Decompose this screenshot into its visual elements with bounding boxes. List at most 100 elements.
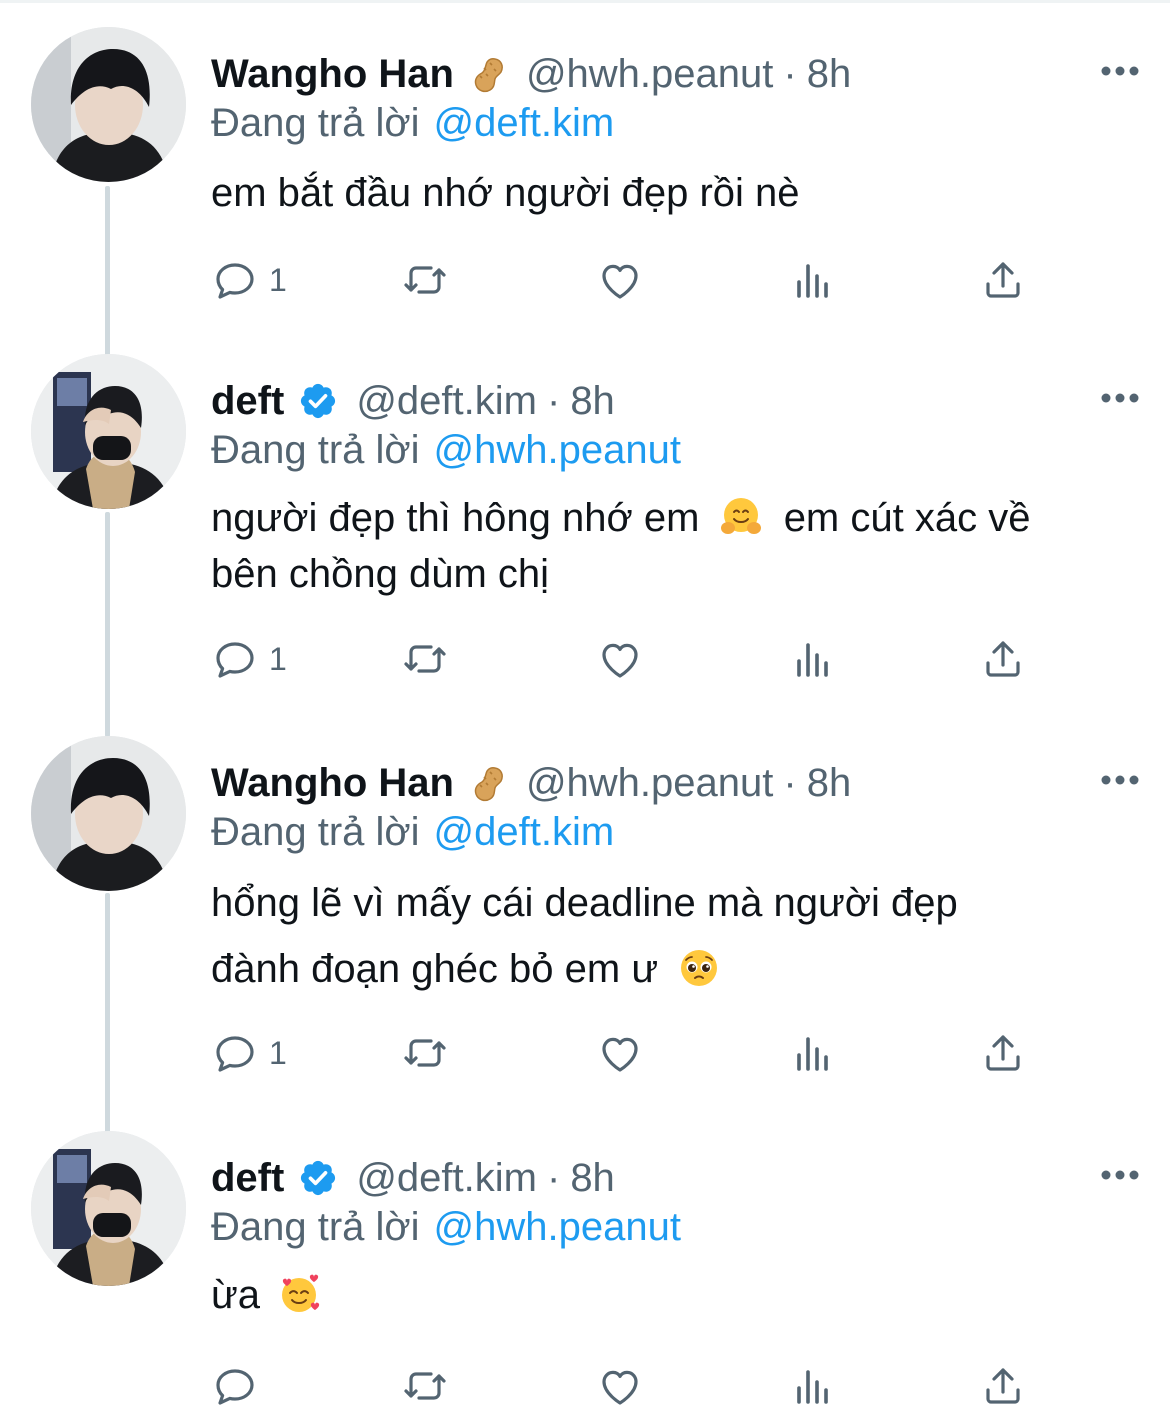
author-handle[interactable]: @hwh.peanut <box>526 761 773 806</box>
replying-to: Đang trả lời @hwh.peanut <box>211 1205 681 1250</box>
retweet-icon <box>404 1039 446 1067</box>
like-button[interactable] <box>596 1028 644 1078</box>
reply-count: 1 <box>269 640 287 677</box>
mention-link[interactable]: @deft.kim <box>434 810 615 854</box>
share-icon <box>986 1035 1020 1071</box>
smiling-face-with-hearts-emoji-icon <box>277 1272 321 1316</box>
peanut-emoji-icon <box>468 763 508 803</box>
more-icon[interactable] <box>1100 1155 1140 1195</box>
share-button[interactable] <box>979 255 1027 305</box>
tweet-text-line: người đẹp thì hông nhớ em <box>211 496 700 540</box>
replying-to: Đang trả lời @deft.kim <box>211 810 614 855</box>
like-button[interactable] <box>596 255 644 305</box>
avatar[interactable] <box>31 27 186 182</box>
tweet-text-line: bên chồng dùm chị <box>211 552 550 596</box>
like-icon <box>602 643 638 678</box>
verified-badge-icon <box>298 1158 338 1198</box>
retweet-icon <box>404 266 446 294</box>
share-icon <box>986 641 1020 677</box>
tweet-text-line: em bắt đầu nhớ người đẹp rồi nè <box>211 171 800 215</box>
views-icon <box>797 1370 828 1404</box>
tweet-text-line: ừa <box>211 1273 261 1317</box>
author-name[interactable]: deft <box>211 379 284 424</box>
reply-icon <box>216 263 254 299</box>
mention-link[interactable]: @hwh.peanut <box>434 1205 681 1249</box>
separator-dot: · <box>546 378 561 423</box>
tweet-text-line: em cút xác về <box>783 496 1031 540</box>
views-button[interactable] <box>789 634 837 684</box>
tweet-text-line: hổng lẽ vì mấy cái deadline mà người đẹp <box>211 881 958 925</box>
separator-dot: · <box>546 1155 561 1200</box>
replying-label: Đang trả lời <box>211 101 420 145</box>
share-button[interactable] <box>979 1028 1027 1078</box>
mention-link[interactable]: @deft.kim <box>434 101 615 145</box>
like-button[interactable] <box>596 634 644 684</box>
timestamp[interactable]: 8h <box>570 379 615 424</box>
separator-dot: · <box>783 760 797 805</box>
top-divider <box>0 0 1170 3</box>
retweet-button[interactable] <box>401 1028 449 1078</box>
replying-to: Đang trả lời @deft.kim <box>211 101 614 146</box>
timestamp[interactable]: 8h <box>807 761 852 806</box>
thread-line <box>105 186 110 356</box>
views-button[interactable] <box>789 1361 837 1411</box>
verified-badge-icon <box>298 381 338 421</box>
replying-label: Đang trả lời <box>211 810 420 854</box>
reply-icon <box>216 642 254 678</box>
tweet-text-line: đành đoạn ghéc bỏ em ư <box>211 947 659 991</box>
reply-button[interactable]: 1 <box>211 1028 287 1078</box>
timestamp[interactable]: 8h <box>570 1156 615 1201</box>
tweet-text: ừa <box>211 1267 1121 1323</box>
author-handle[interactable]: @deft.kim <box>356 379 537 424</box>
hugging-face-emoji-icon <box>719 495 763 539</box>
author-name[interactable]: deft <box>211 1156 284 1201</box>
timestamp[interactable]: 8h <box>807 52 852 97</box>
retweet-icon <box>404 1372 446 1400</box>
avatar[interactable] <box>31 1131 186 1286</box>
reply-button[interactable]: 1 <box>211 255 287 305</box>
reply-icon <box>216 1369 254 1405</box>
author-handle[interactable]: @hwh.peanut <box>526 52 773 97</box>
retweet-button[interactable] <box>401 634 449 684</box>
reply-count: 1 <box>269 261 287 298</box>
action-bar <box>211 1361 1041 1411</box>
thread-line <box>105 893 110 1133</box>
reply-button[interactable]: 1 <box>211 634 287 684</box>
share-button[interactable] <box>979 1361 1027 1411</box>
retweet-icon <box>404 645 446 673</box>
share-icon <box>986 1368 1020 1404</box>
like-icon <box>602 1370 638 1405</box>
share-button[interactable] <box>979 634 1027 684</box>
replying-label: Đang trả lời <box>211 428 420 472</box>
avatar[interactable] <box>31 354 186 509</box>
like-button[interactable] <box>596 1361 644 1411</box>
mention-link[interactable]: @hwh.peanut <box>434 428 681 472</box>
separator-dot: · <box>783 51 797 96</box>
action-bar: 1 <box>211 634 1041 684</box>
more-icon[interactable] <box>1100 760 1140 800</box>
reply-count: 1 <box>269 1034 287 1071</box>
thread-line <box>105 512 110 737</box>
views-button[interactable] <box>789 255 837 305</box>
action-bar: 1 <box>211 1028 1041 1078</box>
peanut-emoji-icon <box>468 54 508 94</box>
share-icon <box>986 262 1020 298</box>
views-button[interactable] <box>789 1028 837 1078</box>
more-icon[interactable] <box>1100 378 1140 418</box>
author-handle[interactable]: @deft.kim <box>356 1156 537 1201</box>
more-icon[interactable] <box>1100 51 1140 91</box>
replying-to: Đang trả lời @hwh.peanut <box>211 428 681 473</box>
retweet-button[interactable] <box>401 255 449 305</box>
reply-button[interactable] <box>211 1361 269 1411</box>
tweet-text: hổng lẽ vì mấy cái deadline mà người đẹp… <box>211 870 1121 1002</box>
views-icon <box>797 1037 828 1071</box>
avatar[interactable] <box>31 736 186 891</box>
replying-label: Đang trả lời <box>211 1205 420 1249</box>
views-icon <box>797 643 828 677</box>
retweet-button[interactable] <box>401 1361 449 1411</box>
reply-icon <box>216 1036 254 1072</box>
like-icon <box>602 1037 638 1072</box>
like-icon <box>602 264 638 299</box>
author-name[interactable]: Wangho Han <box>211 52 454 97</box>
author-name[interactable]: Wangho Han <box>211 761 454 806</box>
